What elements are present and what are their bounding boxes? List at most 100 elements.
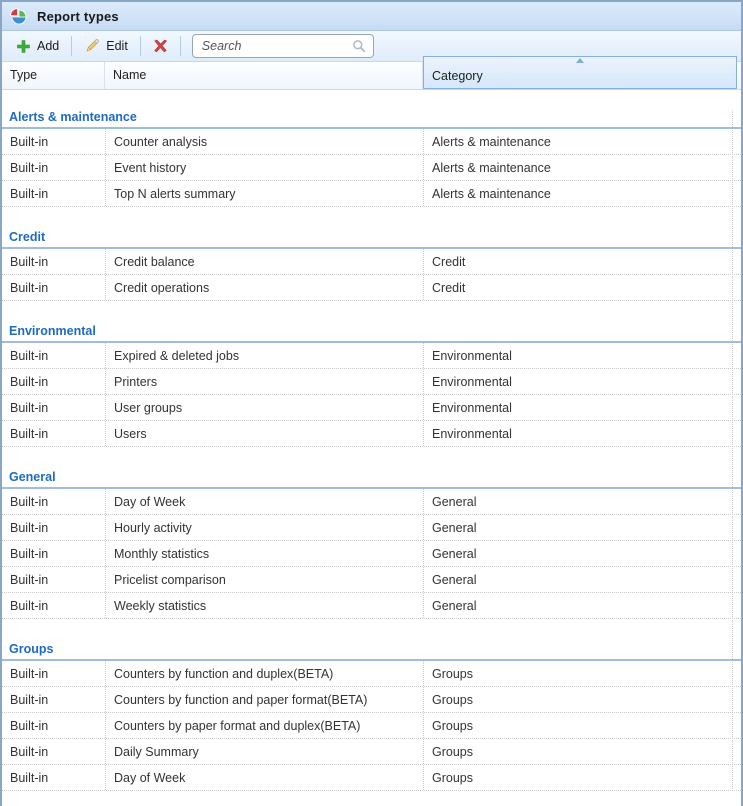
cell-name: User groups <box>105 395 423 420</box>
cell-category: Alerts & maintenance <box>423 181 741 206</box>
cell-name: Counter analysis <box>105 129 423 154</box>
add-button[interactable]: Add <box>7 35 68 58</box>
cell-category: Environmental <box>423 421 741 446</box>
cell-name: Credit operations <box>105 275 423 300</box>
column-header-category[interactable]: Category <box>423 56 737 89</box>
cell-type: Built-in <box>2 661 105 686</box>
cell-name: Hourly activity <box>105 515 423 540</box>
groups-container: Alerts & maintenance Built-in Counter an… <box>2 110 741 791</box>
group-title: Environmental <box>2 324 741 343</box>
table-row[interactable]: Built-in Credit operations Credit <box>2 275 741 301</box>
table-row[interactable]: Built-in Day of Week Groups <box>2 765 741 791</box>
cell-name: Top N alerts summary <box>105 181 423 206</box>
cell-name: Pricelist comparison <box>105 567 423 592</box>
cell-name: Counters by function and paper format(BE… <box>105 687 423 712</box>
cell-category: Groups <box>423 661 741 686</box>
table-row[interactable]: Built-in User groups Environmental <box>2 395 741 421</box>
cell-type: Built-in <box>2 541 105 566</box>
sort-ascending-icon <box>576 58 584 63</box>
cell-category: Environmental <box>423 343 741 368</box>
table-row[interactable]: Built-in Expired & deleted jobs Environm… <box>2 343 741 369</box>
column-header-category-label: Category <box>432 65 483 88</box>
table-row[interactable]: Built-in Printers Environmental <box>2 369 741 395</box>
titlebar: Report types <box>2 2 741 31</box>
group-title: Credit <box>2 230 741 249</box>
table-row[interactable]: Built-in Monthly statistics General <box>2 541 741 567</box>
group-rows: Built-in Counter analysis Alerts & maint… <box>2 129 741 207</box>
table-row[interactable]: Built-in Counters by function and duplex… <box>2 661 741 687</box>
report-types-grid: Alerts & maintenance Built-in Counter an… <box>2 110 741 791</box>
table-row[interactable]: Built-in Event history Alerts & maintena… <box>2 155 741 181</box>
pie-chart-icon <box>9 7 28 26</box>
cell-type: Built-in <box>2 249 105 274</box>
cell-category: General <box>423 489 741 514</box>
cell-category: General <box>423 593 741 618</box>
cell-category: General <box>423 515 741 540</box>
cell-name: Counters by paper format and duplex(BETA… <box>105 713 423 738</box>
delete-button[interactable] <box>144 35 177 57</box>
cell-category: Alerts & maintenance <box>423 155 741 180</box>
cell-type: Built-in <box>2 369 105 394</box>
table-row[interactable]: Built-in Top N alerts summary Alerts & m… <box>2 181 741 207</box>
group-rows: Built-in Day of Week General Built-in Ho… <box>2 489 741 619</box>
table-row[interactable]: Built-in Credit balance Credit <box>2 249 741 275</box>
cell-category: Environmental <box>423 369 741 394</box>
column-header-name[interactable]: Name <box>105 62 423 89</box>
cell-category: Credit <box>423 275 741 300</box>
cell-type: Built-in <box>2 765 105 790</box>
cell-type: Built-in <box>2 489 105 514</box>
cell-type: Built-in <box>2 343 105 368</box>
table-row[interactable]: Built-in Day of Week General <box>2 489 741 515</box>
cell-name: Expired & deleted jobs <box>105 343 423 368</box>
cell-type: Built-in <box>2 275 105 300</box>
cell-type: Built-in <box>2 739 105 764</box>
cell-type: Built-in <box>2 421 105 446</box>
table-row[interactable]: Built-in Daily Summary Groups <box>2 739 741 765</box>
cell-type: Built-in <box>2 181 105 206</box>
magnifier-icon <box>352 39 366 53</box>
cell-name: Daily Summary <box>105 739 423 764</box>
cell-type: Built-in <box>2 713 105 738</box>
cell-name: Weekly statistics <box>105 593 423 618</box>
search-box <box>192 34 374 58</box>
cell-type: Built-in <box>2 129 105 154</box>
table-row[interactable]: Built-in Weekly statistics General <box>2 593 741 619</box>
plus-icon <box>16 39 31 54</box>
report-group: Credit Built-in Credit balance Credit Bu… <box>2 230 741 301</box>
cell-name: Counters by function and duplex(BETA) <box>105 661 423 686</box>
cell-category: Credit <box>423 249 741 274</box>
pencil-icon <box>84 38 100 54</box>
group-title: Groups <box>2 642 741 661</box>
cell-category: Environmental <box>423 395 741 420</box>
cell-category: Groups <box>423 739 741 764</box>
cell-category: Groups <box>423 713 741 738</box>
cell-name: Printers <box>105 369 423 394</box>
report-group: Environmental Built-in Expired & deleted… <box>2 324 741 447</box>
group-title: Alerts & maintenance <box>2 110 741 129</box>
cell-type: Built-in <box>2 567 105 592</box>
column-header-type[interactable]: Type <box>2 62 105 89</box>
group-rows: Built-in Credit balance Credit Built-in … <box>2 249 741 301</box>
search-input[interactable] <box>200 38 352 54</box>
cell-name: Day of Week <box>105 489 423 514</box>
report-group: Groups Built-in Counters by function and… <box>2 642 741 791</box>
cell-category: Alerts & maintenance <box>423 129 741 154</box>
cell-category: General <box>423 541 741 566</box>
table-row[interactable]: Built-in Hourly activity General <box>2 515 741 541</box>
group-rows: Built-in Expired & deleted jobs Environm… <box>2 343 741 447</box>
cell-category: Groups <box>423 765 741 790</box>
grid-header: Type Name Category <box>2 62 741 90</box>
cell-type: Built-in <box>2 515 105 540</box>
report-group: General Built-in Day of Week General Bui… <box>2 470 741 619</box>
cell-category: Groups <box>423 687 741 712</box>
group-title: General <box>2 470 741 489</box>
report-group: Alerts & maintenance Built-in Counter an… <box>2 110 741 207</box>
cell-type: Built-in <box>2 687 105 712</box>
table-row[interactable]: Built-in Users Environmental <box>2 421 741 447</box>
table-row[interactable]: Built-in Counters by paper format and du… <box>2 713 741 739</box>
table-row[interactable]: Built-in Pricelist comparison General <box>2 567 741 593</box>
edit-button[interactable]: Edit <box>75 34 137 58</box>
cell-type: Built-in <box>2 395 105 420</box>
table-row[interactable]: Built-in Counter analysis Alerts & maint… <box>2 129 741 155</box>
table-row[interactable]: Built-in Counters by function and paper … <box>2 687 741 713</box>
